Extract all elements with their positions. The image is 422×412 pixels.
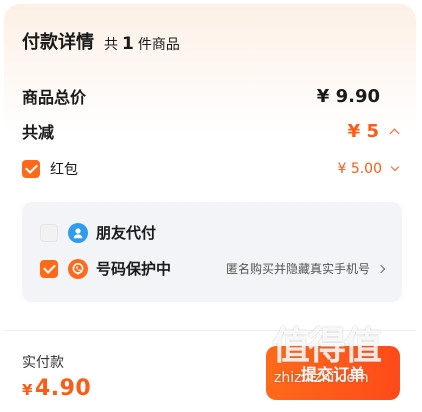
discount-value: ¥ 5 (347, 120, 379, 142)
item-count: 共 1 件商品 (104, 34, 180, 54)
chevron-down-icon[interactable] (390, 162, 400, 172)
discount-label: 共减 (22, 123, 55, 142)
pay-amount-value: 4.90 (34, 376, 92, 401)
pay-currency: ¥ (22, 381, 33, 399)
red-packet-checkbox[interactable] (22, 160, 40, 178)
payment-details-sheet: 付款详情 共 1 件商品 商品总价 ¥ 9.90 共减 ¥ 5 红包 ¥ 5.0… (4, 4, 416, 412)
friend-pay-label: 朋友代付 (96, 224, 157, 242)
submit-order-button[interactable]: 提交订单 (266, 346, 400, 400)
payment-options-panel: 朋友代付 号码保护中 匿名购买并隐藏真实手机号 (22, 202, 402, 302)
chevron-right-icon (376, 264, 386, 273)
total-price-value: ¥ 9.90 (316, 85, 380, 107)
friend-pay-option[interactable]: 朋友代付 (40, 222, 384, 243)
pay-label: 实付款 (22, 355, 64, 371)
number-protect-option[interactable]: 号码保护中 匿名购买并隐藏真实手机号 (40, 258, 386, 279)
total-price-label: 商品总价 (22, 88, 87, 107)
red-packet-left: 红包 (22, 159, 78, 179)
pay-amount: ¥4.90 (22, 376, 91, 401)
payment-header: 付款详情 共 1 件商品 (22, 32, 180, 54)
number-protect-hint-link[interactable]: 匿名购买并隐藏真实手机号 (225, 260, 386, 277)
item-count-prefix: 共 (104, 37, 118, 53)
friend-pay-icon (68, 222, 88, 243)
red-packet-value: ¥ 5.00 (337, 161, 382, 177)
footer-divider (4, 330, 416, 331)
pay-summary: 实付款 ¥4.90 (22, 352, 91, 401)
red-packet-row[interactable]: 红包 ¥ 5.00 (22, 159, 400, 179)
red-packet-label: 红包 (50, 162, 78, 178)
phone-protect-icon (68, 258, 88, 279)
discount-row[interactable]: 共减 ¥ 5 (22, 119, 400, 143)
item-count-value: 1 (122, 34, 134, 54)
chevron-up-icon[interactable] (389, 128, 400, 138)
number-protect-label: 号码保护中 (96, 260, 172, 278)
number-protect-checkbox[interactable] (40, 259, 58, 278)
number-protect-hint: 匿名购买并隐藏真实手机号 (225, 262, 370, 276)
item-count-suffix: 件商品 (137, 37, 180, 53)
discount-value-group[interactable]: ¥ 5 (347, 120, 400, 142)
friend-pay-checkbox[interactable] (40, 223, 58, 242)
total-price-row: 商品总价 ¥ 9.90 (22, 84, 398, 108)
red-packet-value-group[interactable]: ¥ 5.00 (337, 161, 400, 177)
page-title: 付款详情 (22, 32, 94, 53)
